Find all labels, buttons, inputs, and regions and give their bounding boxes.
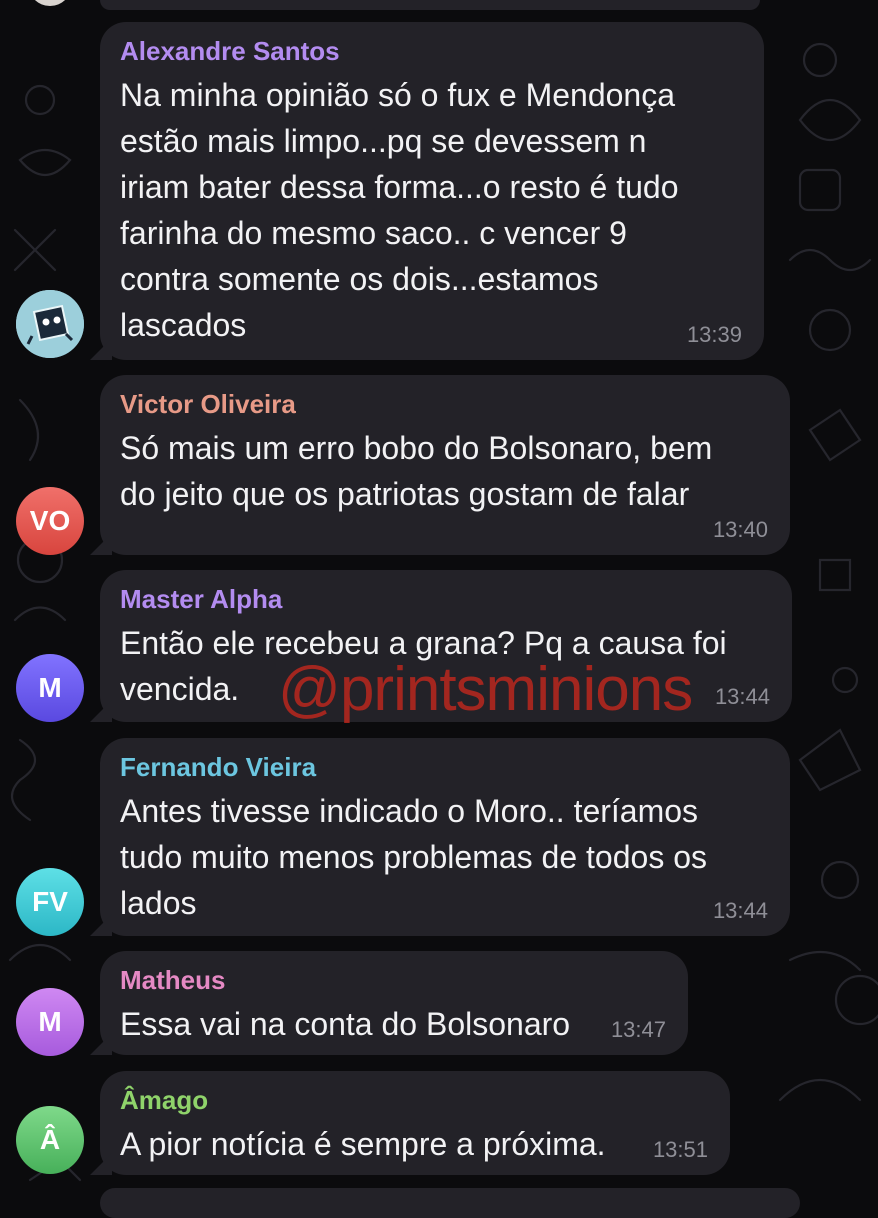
- avatar-initials: M: [38, 672, 62, 703]
- sender-name[interactable]: Alexandre Santos: [120, 36, 744, 66]
- avatar-fernando-vieira[interactable]: FV: [16, 868, 84, 936]
- avatar-initials: FV: [32, 886, 68, 917]
- avatar-victor-oliveira[interactable]: VO: [16, 487, 84, 555]
- previous-message-bubble: [100, 0, 760, 10]
- message-list[interactable]: Alexandre Santos Na minha opinião só o f…: [0, 0, 878, 1218]
- message-text: Então ele recebeu a grana? Pq a causa fo…: [120, 625, 727, 707]
- avatar-amago[interactable]: Â: [16, 1106, 84, 1174]
- message-time: 13:40: [712, 517, 768, 542]
- message-time: 13:44: [712, 898, 768, 923]
- sender-name[interactable]: Master Alpha: [120, 584, 772, 614]
- message-bubble-victor-oliveira[interactable]: Victor Oliveira Só mais um erro bobo do …: [100, 375, 790, 555]
- message-text: Essa vai na conta do Bolsonaro: [120, 1006, 571, 1042]
- avatar-initials: Â: [39, 1124, 61, 1155]
- avatar-matheus[interactable]: M: [16, 988, 84, 1056]
- avatar-initials: M: [38, 1006, 62, 1037]
- message-bubble-matheus[interactable]: Matheus Essa vai na conta do Bolsonaro 1…: [100, 951, 688, 1055]
- message-text: Só mais um erro bobo do Bolsonaro, bem d…: [120, 430, 713, 512]
- avatar-master-alpha[interactable]: M: [16, 654, 84, 722]
- avatar-alexandre-santos[interactable]: [16, 290, 84, 358]
- message-time: 13:44: [714, 684, 770, 709]
- robot-sticker-icon: [16, 290, 84, 358]
- avatar-initials: VO: [29, 505, 71, 536]
- message-text: A pior notícia é sempre a próxima.: [120, 1126, 606, 1162]
- sender-name[interactable]: Matheus: [120, 965, 668, 995]
- message-bubble-amago[interactable]: Âmago A pior notícia é sempre a próxima.…: [100, 1071, 730, 1175]
- message-bubble-fernando-vieira[interactable]: Fernando Vieira Antes tivesse indicado o…: [100, 738, 790, 936]
- message-time: 13:47: [610, 1017, 666, 1042]
- sender-name[interactable]: Fernando Vieira: [120, 752, 770, 782]
- message-text: Antes tivesse indicado o Moro.. teríamos…: [120, 793, 707, 921]
- message-time: 13:39: [686, 322, 742, 347]
- previous-avatar: [28, 0, 72, 6]
- message-time: 13:51: [652, 1137, 708, 1162]
- sender-name[interactable]: Âmago: [120, 1085, 710, 1115]
- message-bubble-alexandre-santos[interactable]: Alexandre Santos Na minha opinião só o f…: [100, 22, 764, 360]
- message-text: Na minha opinião só o fux e Mendonça est…: [120, 77, 679, 343]
- next-message-bubble: [100, 1188, 800, 1218]
- sender-name[interactable]: Victor Oliveira: [120, 389, 770, 419]
- message-bubble-master-alpha[interactable]: Master Alpha Então ele recebeu a grana? …: [100, 570, 792, 722]
